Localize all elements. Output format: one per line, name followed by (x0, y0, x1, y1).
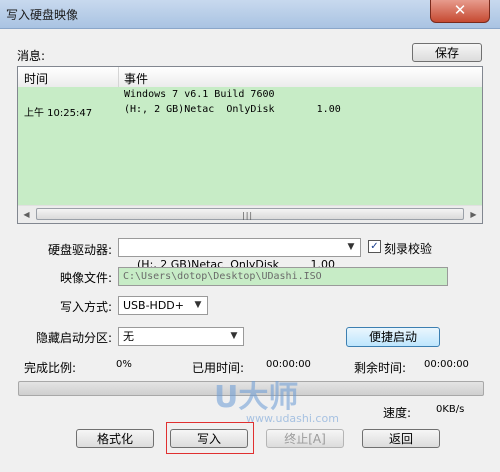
row-event: (H:, 2 GB)Netac OnlyDisk 1.00 (124, 104, 341, 115)
image-file-label: 映像文件: (59, 271, 112, 285)
window-title: 写入硬盘映像 (6, 8, 79, 22)
close-icon: ✕ (453, 1, 467, 19)
write-mode-select[interactable]: USB-HDD+ ▼ (118, 296, 208, 315)
drive-select[interactable]: (H:, 2 GB)Netac OnlyDisk 1.00 ▼ (118, 238, 361, 271)
checkmark-icon: ✓ (370, 241, 379, 252)
save-button[interactable]: 保存 (412, 43, 482, 62)
chevron-down-icon: ▼ (230, 331, 238, 341)
table-row[interactable]: 上午 10:25:47 (H:, 2 GB)Netac OnlyDisk 1.0… (18, 102, 482, 119)
chevron-down-icon: ▼ (347, 242, 355, 252)
row-time: 上午 10:25:47 (24, 108, 93, 119)
title-bar[interactable]: 写入硬盘映像 ✕ (0, 0, 500, 29)
horizontal-scrollbar[interactable]: ◀ ||| ▶ (18, 205, 482, 223)
percent-label: 完成比例: (24, 361, 77, 375)
write-disk-image-dialog: 写入硬盘映像 ✕ 消息: 保存 时间 事件 Windows 7 v6.1 Bui… (0, 0, 500, 472)
write-mode-value: USB-HDD+ (123, 299, 184, 312)
portable-boot-button[interactable]: 便捷启动 (346, 327, 440, 347)
row-event: Windows 7 v6.1 Build 7600 (124, 89, 275, 100)
arrow-right-icon[interactable]: ▶ (466, 208, 481, 221)
percent-value: 0% (116, 359, 132, 370)
back-button[interactable]: 返回 (362, 429, 440, 448)
speed-label: 速度: (383, 406, 412, 420)
arrow-left-icon[interactable]: ◀ (19, 208, 34, 221)
close-button[interactable]: ✕ (430, 0, 490, 23)
message-list[interactable]: 时间 事件 Windows 7 v6.1 Build 7600 上午 10:25… (17, 66, 483, 224)
verify-checkbox[interactable]: ✓ (368, 240, 381, 253)
remaining-value: 00:00:00 (424, 359, 469, 370)
grip-icon: ||| (242, 211, 254, 220)
list-body: Windows 7 v6.1 Build 7600 上午 10:25:47 (H… (18, 87, 482, 205)
remaining-label: 剩余时间: (354, 361, 407, 375)
list-header: 时间 事件 (18, 67, 482, 88)
messages-label: 消息: (17, 49, 46, 63)
write-button[interactable]: 写入 (170, 429, 248, 448)
column-divider[interactable] (118, 67, 119, 87)
stop-button[interactable]: 终止[A] (266, 429, 344, 448)
write-mode-label: 写入方式: (59, 300, 112, 314)
verify-label[interactable]: 刻录校验 (384, 240, 432, 257)
hidden-partition-value: 无 (123, 330, 134, 343)
udashi-watermark: U大师 www.udashi.com (214, 372, 339, 425)
speed-value: 0KB/s (436, 404, 465, 415)
column-header-event[interactable]: 事件 (124, 70, 148, 87)
drive-label: 硬盘驱动器: (47, 243, 112, 257)
column-header-time[interactable]: 时间 (24, 70, 48, 87)
watermark-logo: U大师 (214, 380, 299, 415)
elapsed-value: 00:00:00 (266, 359, 311, 370)
table-row[interactable]: Windows 7 v6.1 Build 7600 (18, 87, 482, 103)
hidden-partition-select[interactable]: 无 ▼ (118, 327, 244, 346)
image-file-field[interactable]: C:\Users\dotop\Desktop\UDashi.ISO (118, 267, 448, 286)
scrollbar-thumb[interactable]: ||| (36, 208, 464, 220)
watermark-url: www.udashi.com (246, 412, 339, 425)
hidden-partition-label: 隐藏启动分区: (35, 331, 112, 345)
chevron-down-icon: ▼ (194, 300, 202, 310)
format-button[interactable]: 格式化 (76, 429, 154, 448)
